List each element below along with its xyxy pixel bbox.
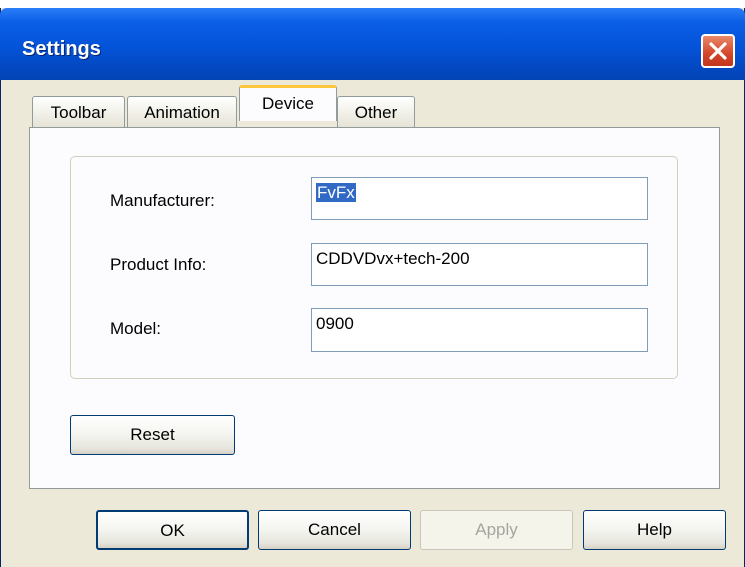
apply-button-label: Apply (475, 520, 518, 539)
tab-device-label: Device (262, 94, 314, 113)
help-button[interactable]: Help (583, 510, 726, 550)
apply-button: Apply (420, 510, 573, 550)
close-icon (709, 42, 727, 60)
product-info-field[interactable]: CDDVDvx+tech-200 (311, 243, 648, 286)
tab-other-label: Other (354, 103, 398, 122)
product-info-label: Product Info: (110, 255, 207, 274)
model-field[interactable]: 0900 (311, 308, 648, 352)
ok-button[interactable]: OK (96, 510, 249, 550)
tab-device[interactable]: Device (239, 85, 337, 121)
title-bar[interactable]: Settings (0, 8, 745, 80)
window-title: Settings (22, 38, 101, 60)
tab-animation-label: Animation (144, 103, 220, 122)
tab-toolbar[interactable]: Toolbar (32, 96, 125, 127)
help-button-label: Help (637, 520, 672, 539)
cancel-button[interactable]: Cancel (258, 510, 411, 550)
close-button[interactable] (701, 34, 735, 68)
reset-button-label: Reset (130, 425, 175, 444)
cancel-button-label: Cancel (308, 520, 361, 539)
tab-animation[interactable]: Animation (127, 96, 237, 127)
product-info-value: CDDVDvx+tech-200 (316, 249, 470, 268)
manufacturer-value: FvFx (316, 183, 356, 202)
ok-button-label: OK (160, 521, 185, 540)
reset-button[interactable]: Reset (70, 415, 235, 455)
model-value: 0900 (316, 314, 354, 333)
manufacturer-field[interactable]: FvFx (311, 177, 648, 220)
model-label: Model: (110, 319, 162, 338)
tab-other[interactable]: Other (337, 96, 415, 127)
tab-toolbar-label: Toolbar (50, 103, 107, 122)
manufacturer-label: Manufacturer: (110, 191, 215, 210)
